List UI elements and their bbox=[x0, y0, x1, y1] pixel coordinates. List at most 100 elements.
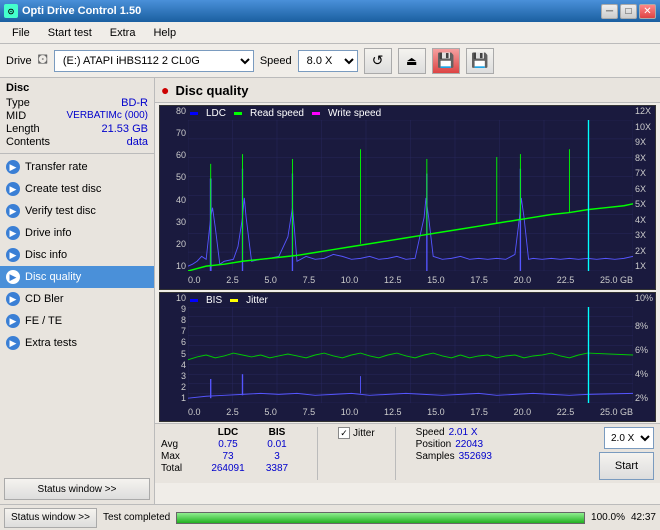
stats-divider-1 bbox=[317, 427, 318, 480]
status-window-button[interactable]: Status window >> bbox=[4, 478, 150, 500]
stats-avg-row: Avg 0.75 0.01 bbox=[161, 439, 297, 450]
transfer-rate-label: Transfer rate bbox=[25, 161, 88, 173]
disc-quality-icon: ▶ bbox=[6, 270, 20, 284]
jitter-checkbox-label: Jitter bbox=[353, 428, 375, 439]
total-label: Total bbox=[161, 463, 199, 474]
disc-val-contents: data bbox=[127, 136, 148, 148]
progress-fill bbox=[177, 513, 584, 523]
menu-extra[interactable]: Extra bbox=[102, 25, 144, 41]
sidebar-item-transfer-rate[interactable]: ▶ Transfer rate bbox=[0, 156, 154, 178]
avg-label: Avg bbox=[161, 439, 199, 450]
progress-bar bbox=[176, 512, 585, 524]
samples-row: Samples 352693 bbox=[416, 451, 492, 462]
samples-val: 352693 bbox=[459, 451, 492, 462]
status-text: Test completed bbox=[103, 512, 170, 523]
ldc-header: LDC bbox=[203, 427, 253, 438]
upper-chart-svg bbox=[188, 120, 633, 271]
jitter-legend-label: Jitter bbox=[246, 295, 268, 306]
disc-val-length: 21.53 GB bbox=[102, 123, 148, 135]
lower-chart: BIS Jitter 10 9 8 7 6 5 4 3 2 1 10% 8% bbox=[159, 292, 656, 422]
jitter-checkbox[interactable]: ✓ bbox=[338, 427, 350, 439]
sidebar-item-disc-info[interactable]: ▶ Disc info bbox=[0, 244, 154, 266]
extra-tests-icon: ▶ bbox=[6, 336, 20, 350]
maximize-button[interactable]: □ bbox=[620, 4, 637, 19]
disc-key-length: Length bbox=[6, 123, 40, 135]
status-window-btn-bottom[interactable]: Status window >> bbox=[4, 508, 97, 528]
settings-button[interactable]: 💾 bbox=[432, 48, 460, 74]
save-button[interactable]: 💾 bbox=[466, 48, 494, 74]
disc-info-icon: ▶ bbox=[6, 248, 20, 262]
sidebar: Disc Type BD-R MID VERBATIMc (000) Lengt… bbox=[0, 78, 155, 504]
speed-row: Speed 2.01 X bbox=[416, 427, 492, 438]
speed-start-area: 2.0 X Start bbox=[599, 427, 654, 480]
transfer-rate-icon: ▶ bbox=[6, 160, 20, 174]
read-legend-label: Read speed bbox=[250, 108, 304, 119]
progress-text: 100.0% bbox=[591, 512, 625, 523]
bis-legend-label: BIS bbox=[206, 295, 222, 306]
sidebar-item-drive-info[interactable]: ▶ Drive info bbox=[0, 222, 154, 244]
cd-bler-icon: ▶ bbox=[6, 292, 20, 306]
speed-info: Speed 2.01 X Position 22043 Samples 3526… bbox=[416, 427, 492, 462]
ldc-legend-dot bbox=[190, 112, 198, 115]
menu-start-test[interactable]: Start test bbox=[40, 25, 100, 41]
disc-val-mid: VERBATIMc (000) bbox=[67, 110, 149, 122]
position-val: 22043 bbox=[455, 439, 483, 450]
bis-max: 3 bbox=[257, 451, 297, 462]
fe-te-icon: ▶ bbox=[6, 314, 20, 328]
max-label: Max bbox=[161, 451, 199, 462]
sidebar-item-extra-tests[interactable]: ▶ Extra tests bbox=[0, 332, 154, 354]
menu-help[interactable]: Help bbox=[145, 25, 184, 41]
refresh-button[interactable]: ↺ bbox=[364, 48, 392, 74]
speed-select-stats[interactable]: 2.0 X bbox=[604, 427, 654, 449]
status-time: 42:37 bbox=[631, 512, 656, 523]
stats-total-row: Total 264091 3387 bbox=[161, 463, 297, 474]
jitter-check-area[interactable]: ✓ Jitter bbox=[338, 427, 375, 439]
drive-label: Drive bbox=[6, 55, 32, 67]
main-area: Disc Type BD-R MID VERBATIMc (000) Lengt… bbox=[0, 78, 660, 504]
speed-select-toolbar[interactable]: 8.0 X bbox=[298, 50, 358, 72]
title-bar: ⊙ Opti Drive Control 1.50 ─ □ ✕ bbox=[0, 0, 660, 22]
menu-file[interactable]: File bbox=[4, 25, 38, 41]
drive-select[interactable]: (E:) ATAPI iHBS112 2 CL0G bbox=[54, 50, 254, 72]
disc-quality-icon-header: ● bbox=[161, 82, 169, 98]
window-title: Opti Drive Control 1.50 bbox=[22, 5, 141, 17]
bis-total: 3387 bbox=[257, 463, 297, 474]
disc-quality-header: ● Disc quality bbox=[155, 78, 660, 103]
bis-avg: 0.01 bbox=[257, 439, 297, 450]
close-button[interactable]: ✕ bbox=[639, 4, 656, 19]
sidebar-item-verify-test-disc[interactable]: ▶ Verify test disc bbox=[0, 200, 154, 222]
start-button[interactable]: Start bbox=[599, 452, 654, 480]
sidebar-item-fe-te[interactable]: ▶ FE / TE bbox=[0, 310, 154, 332]
read-legend-dot bbox=[234, 112, 242, 115]
create-test-label: Create test disc bbox=[25, 183, 101, 195]
position-key: Position bbox=[416, 439, 452, 450]
disc-key-contents: Contents bbox=[6, 136, 50, 148]
ldc-legend-label: LDC bbox=[206, 108, 226, 119]
stats-table: LDC BIS Avg 0.75 0.01 Max 73 3 Total 264… bbox=[161, 427, 297, 474]
extra-tests-label: Extra tests bbox=[25, 337, 77, 349]
disc-val-type: BD-R bbox=[121, 97, 148, 109]
position-row: Position 22043 bbox=[416, 439, 492, 450]
content-area: ● Disc quality LDC Read speed Write spee… bbox=[155, 78, 660, 504]
create-test-icon: ▶ bbox=[6, 182, 20, 196]
stats-bar: LDC BIS Avg 0.75 0.01 Max 73 3 Total 264… bbox=[155, 423, 660, 483]
write-legend-dot bbox=[312, 112, 320, 115]
sidebar-item-cd-bler[interactable]: ▶ CD Bler bbox=[0, 288, 154, 310]
drive-info-label: Drive info bbox=[25, 227, 71, 239]
minimize-button[interactable]: ─ bbox=[601, 4, 618, 19]
disc-section: Disc Type BD-R MID VERBATIMc (000) Lengt… bbox=[0, 78, 154, 151]
speed-label: Speed bbox=[260, 55, 292, 67]
disc-info-label: Disc info bbox=[25, 249, 67, 261]
upper-x-axis: 0.0 2.5 5.0 7.5 10.0 12.5 15.0 17.5 20.0… bbox=[188, 271, 633, 289]
upper-y-axis-right: 12X 10X 9X 8X 7X 6X 5X 4X 3X 2X 1X bbox=[633, 106, 655, 271]
verify-test-label: Verify test disc bbox=[25, 205, 96, 217]
bis-header: BIS bbox=[257, 427, 297, 438]
disc-row-contents: Contents data bbox=[6, 136, 148, 148]
sidebar-item-disc-quality[interactable]: ▶ Disc quality bbox=[0, 266, 154, 288]
lower-x-axis: 0.0 2.5 5.0 7.5 10.0 12.5 15.0 17.5 20.0… bbox=[188, 403, 633, 421]
lower-chart-svg bbox=[188, 307, 633, 403]
samples-key: Samples bbox=[416, 451, 455, 462]
sidebar-item-create-test-disc[interactable]: ▶ Create test disc bbox=[0, 178, 154, 200]
ldc-max: 73 bbox=[203, 451, 253, 462]
eject-button[interactable]: ⏏ bbox=[398, 48, 426, 74]
